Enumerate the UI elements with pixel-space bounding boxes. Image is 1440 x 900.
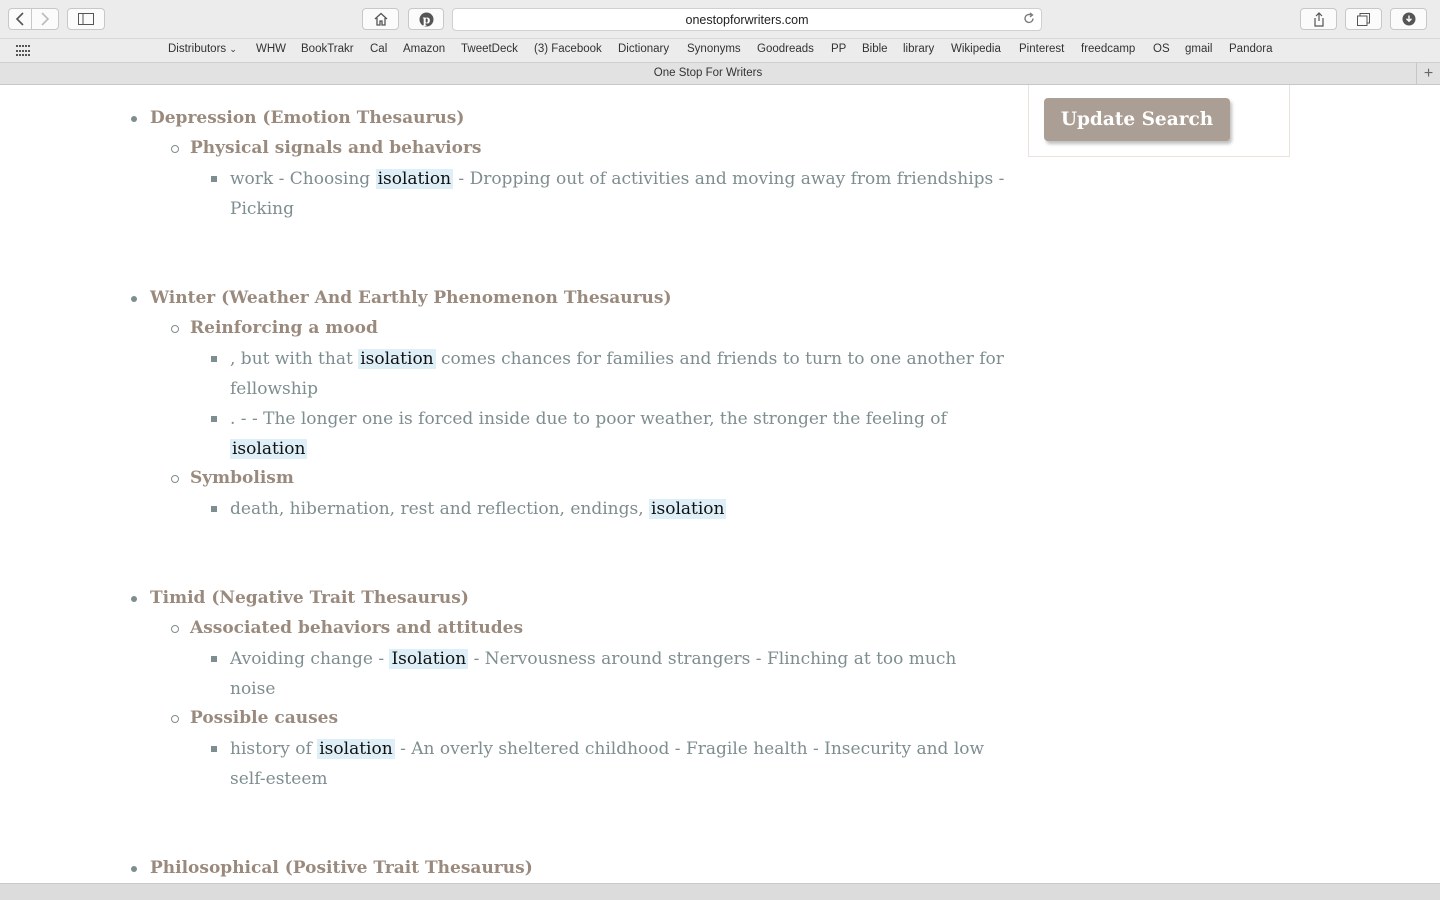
bookmark-pp[interactable]: PP bbox=[831, 43, 846, 55]
download-icon bbox=[1402, 12, 1415, 26]
square-bullet-icon bbox=[211, 176, 217, 182]
bookmark-gmail[interactable]: gmail bbox=[1185, 43, 1212, 55]
search-highlight: Isolation bbox=[389, 649, 469, 669]
bookmark-os[interactable]: OS bbox=[1153, 43, 1170, 55]
pinterest-button[interactable]: p bbox=[408, 8, 444, 30]
result-snippet: death, hibernation, rest and reflection,… bbox=[230, 499, 727, 519]
bullet-icon bbox=[131, 596, 137, 602]
address-bar[interactable]: onestopforwriters.com bbox=[452, 8, 1042, 31]
search-highlight: isolation bbox=[649, 499, 727, 519]
bullet-icon bbox=[131, 116, 137, 122]
search-highlight: isolation bbox=[230, 439, 308, 459]
circle-bullet-icon bbox=[171, 475, 179, 483]
section-heading: Possible causes bbox=[190, 708, 339, 728]
new-tab-button[interactable]: + bbox=[1416, 63, 1440, 85]
bookmark-synonyms[interactable]: Synonyms bbox=[687, 43, 741, 55]
bookmark-cal[interactable]: Cal bbox=[370, 43, 387, 55]
window-bottom-edge bbox=[0, 883, 1440, 900]
result-snippet: history of isolation - An overly shelter… bbox=[230, 739, 985, 789]
page-content: Update Search Depression (Emotion Thesau… bbox=[0, 85, 1440, 883]
circle-bullet-icon bbox=[171, 145, 179, 153]
chevron-right-icon bbox=[41, 12, 50, 26]
square-bullet-icon bbox=[211, 656, 217, 662]
bookmark-distributors[interactable]: Distributors ⌄ bbox=[168, 43, 237, 55]
back-button[interactable] bbox=[8, 8, 31, 30]
chevron-left-icon bbox=[15, 12, 24, 26]
result-snippet: Avoiding change - Isolation - Nervousnes… bbox=[230, 649, 957, 699]
top-sites-grid-icon[interactable] bbox=[16, 45, 30, 56]
square-bullet-icon bbox=[211, 356, 217, 362]
section-heading: Physical signals and behaviors bbox=[190, 138, 482, 158]
sidebar-icon bbox=[78, 13, 94, 25]
home-button[interactable] bbox=[362, 8, 399, 30]
chevron-down-icon: ⌄ bbox=[229, 44, 237, 54]
bookmark-tweetdeck[interactable]: TweetDeck bbox=[461, 43, 518, 55]
section-heading: Associated behaviors and attitudes bbox=[190, 618, 524, 638]
reload-icon[interactable] bbox=[1023, 12, 1035, 28]
svg-text:p: p bbox=[422, 13, 430, 26]
bookmark-goodreads[interactable]: Goodreads bbox=[757, 43, 814, 55]
update-search-button[interactable]: Update Search bbox=[1044, 98, 1230, 141]
search-highlight: isolation bbox=[375, 169, 454, 189]
result-category-depression[interactable]: Depression (Emotion Thesaurus) bbox=[150, 108, 464, 128]
share-icon bbox=[1313, 11, 1324, 27]
square-bullet-icon bbox=[211, 506, 217, 512]
bookmark-facebook[interactable]: (3) Facebook bbox=[534, 43, 602, 55]
bookmark-pinterest[interactable]: Pinterest bbox=[1019, 43, 1064, 55]
home-icon bbox=[374, 12, 387, 26]
forward-button[interactable] bbox=[31, 8, 59, 30]
tab-one-stop-for-writers[interactable]: One Stop For Writers bbox=[0, 67, 1416, 79]
bullet-icon bbox=[131, 296, 137, 302]
pinterest-icon: p bbox=[419, 12, 433, 26]
circle-bullet-icon bbox=[171, 325, 179, 333]
search-highlight: isolation bbox=[317, 739, 395, 759]
share-button[interactable] bbox=[1300, 8, 1337, 30]
section-heading: Reinforcing a mood bbox=[190, 318, 378, 338]
bookmark-freedcamp[interactable]: freedcamp bbox=[1081, 43, 1135, 55]
bookmark-library[interactable]: library bbox=[903, 43, 934, 55]
circle-bullet-icon bbox=[171, 625, 179, 633]
section-heading: Symbolism bbox=[190, 468, 294, 488]
sidebar-toggle-button[interactable] bbox=[67, 8, 105, 30]
tabs-icon bbox=[1357, 12, 1370, 26]
square-bullet-icon bbox=[211, 416, 217, 422]
tab-bar: One Stop For Writers + bbox=[0, 62, 1440, 85]
result-snippet: , but with that isolation comes chances … bbox=[230, 349, 1004, 399]
result-snippet: work - Choosing isolation - Dropping out… bbox=[230, 169, 1005, 219]
result-snippet: . - - The longer one is forced inside du… bbox=[230, 409, 947, 459]
bullet-icon bbox=[131, 866, 137, 872]
circle-bullet-icon bbox=[171, 715, 179, 723]
bookmark-whw[interactable]: WHW bbox=[256, 43, 286, 55]
square-bullet-icon bbox=[211, 746, 217, 752]
result-category-timid[interactable]: Timid (Negative Trait Thesaurus) bbox=[150, 588, 469, 608]
result-category-winter[interactable]: Winter (Weather And Earthly Phenomenon T… bbox=[150, 288, 672, 308]
result-category-philosophical[interactable]: Philosophical (Positive Trait Thesaurus) bbox=[150, 858, 533, 878]
downloads-button[interactable] bbox=[1390, 8, 1427, 30]
search-highlight: isolation bbox=[358, 349, 436, 369]
bookmark-wikipedia[interactable]: Wikipedia bbox=[951, 43, 1001, 55]
bookmark-pandora[interactable]: Pandora bbox=[1229, 43, 1272, 55]
search-sidebar: Update Search bbox=[1028, 85, 1290, 157]
url-text: onestopforwriters.com bbox=[685, 12, 809, 27]
browser-toolbar: p onestopforwriters.com bbox=[0, 0, 1440, 38]
plus-icon: + bbox=[1423, 65, 1434, 82]
bookmark-amazon[interactable]: Amazon bbox=[403, 43, 445, 55]
bookmark-booktrakr[interactable]: BookTrakr bbox=[301, 43, 354, 55]
bookmark-dictionary[interactable]: Dictionary bbox=[618, 43, 669, 55]
bookmarks-bar: Distributors ⌄ WHW BookTrakr Cal Amazon … bbox=[0, 38, 1440, 62]
tabs-overview-button[interactable] bbox=[1345, 8, 1382, 30]
bookmark-bible[interactable]: Bible bbox=[862, 43, 888, 55]
